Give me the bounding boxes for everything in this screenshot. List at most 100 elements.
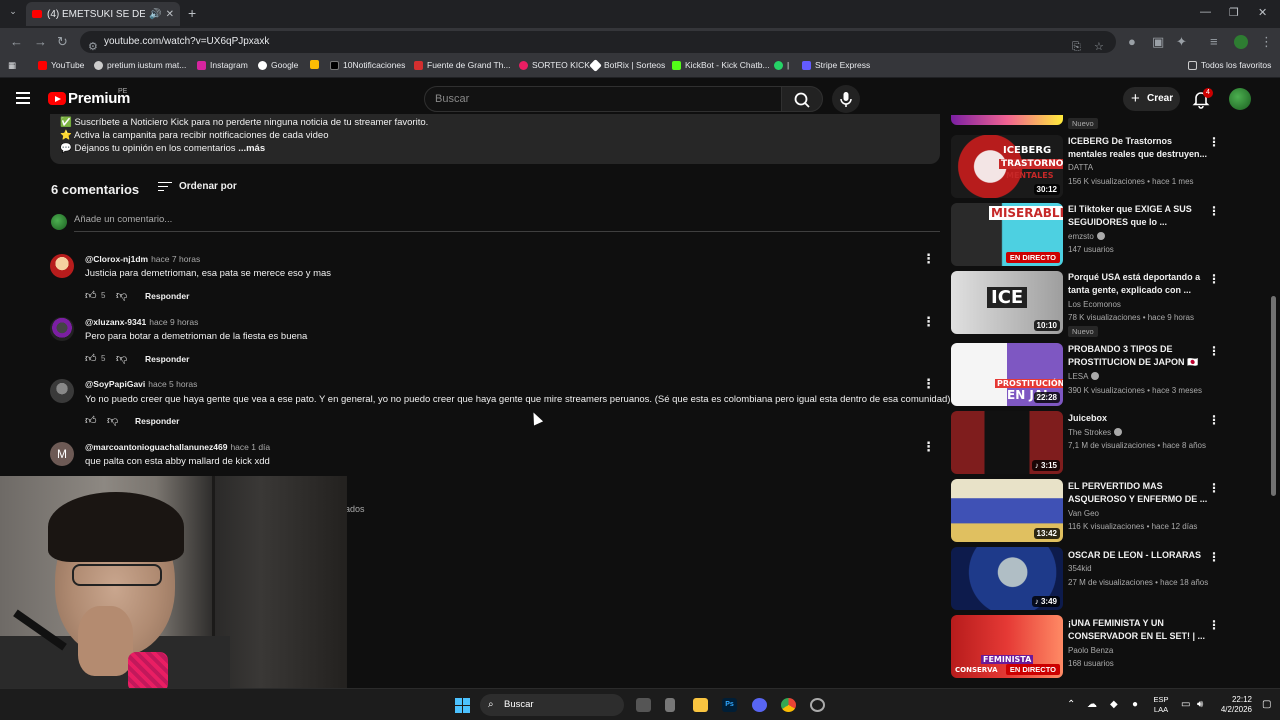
chrome-menu-icon[interactable]: ⋮ bbox=[1260, 34, 1273, 50]
comment-time[interactable]: hace 5 horas bbox=[148, 379, 197, 389]
dislike-icon[interactable]: 👎︎ bbox=[116, 352, 127, 365]
address-bar[interactable]: ⚙ youtube.com/watch?v=UX6qPJpxaxk ⎘ ☆ bbox=[80, 31, 1116, 53]
task-view-icon[interactable] bbox=[636, 698, 651, 712]
network-icon[interactable]: ▭ bbox=[1181, 699, 1190, 710]
extension-icon[interactable]: ▣ bbox=[1152, 34, 1164, 50]
channel-name[interactable]: emzsto bbox=[1068, 232, 1105, 241]
video-title[interactable]: El Tiktoker que EXIGE A SUS SEGUIDORES q… bbox=[1068, 203, 1208, 228]
channel-name[interactable]: The Strokes bbox=[1068, 428, 1123, 437]
bookmark-sorteo-kick[interactable]: SORTEO KICK bbox=[519, 60, 590, 70]
video-title[interactable]: EL PERVERTIDO MAS ASQUEROSO Y ENFERMO DE… bbox=[1068, 480, 1208, 505]
create-button[interactable]: + Crear bbox=[1123, 87, 1180, 111]
video-title[interactable]: PROBANDO 3 TIPOS DE PROSTITUCION DE JAPO… bbox=[1068, 343, 1208, 368]
comment-time[interactable]: hace 1 día bbox=[230, 442, 270, 452]
volume-icon[interactable]: 🔊︎ bbox=[1197, 699, 1203, 710]
dislike-icon[interactable]: 👎︎ bbox=[107, 414, 118, 427]
video-menu-icon[interactable]: ⋮ bbox=[1208, 481, 1220, 495]
video-thumbnail[interactable]: ICE 10:10 bbox=[951, 271, 1063, 334]
reply-button[interactable]: Responder bbox=[145, 354, 189, 364]
video-title[interactable]: Juicebox bbox=[1068, 412, 1208, 425]
bookmark-instagram[interactable]: Instagram bbox=[197, 60, 248, 70]
video-thumbnail[interactable]: ♪ 3:49 bbox=[951, 547, 1063, 610]
video-title[interactable]: ¡UNA FEMINISTA Y UN CONSERVADOR EN EL SE… bbox=[1068, 617, 1208, 642]
comment-author[interactable]: @SoyPapiGavi bbox=[85, 379, 145, 389]
channel-name[interactable]: DATTA bbox=[1068, 163, 1093, 172]
comment-menu-icon[interactable]: ⋮ bbox=[922, 440, 935, 454]
bookmark-youtube[interactable]: YouTube bbox=[38, 60, 84, 70]
comment-time[interactable]: hace 9 horas bbox=[149, 317, 198, 327]
search-button[interactable] bbox=[781, 86, 823, 112]
like-icon[interactable]: 👍︎ bbox=[85, 289, 97, 302]
video-thumbnail[interactable]: ICEBERG TRASTORNOS MENTALES 30:12 bbox=[951, 135, 1063, 198]
video-menu-icon[interactable]: ⋮ bbox=[1208, 135, 1220, 149]
clock[interactable]: 22:12 4/2/2026 bbox=[1216, 695, 1252, 715]
discord-icon[interactable] bbox=[752, 698, 767, 712]
show-more-link[interactable]: ...más bbox=[238, 143, 265, 154]
forward-icon[interactable]: → bbox=[34, 34, 47, 49]
account-avatar[interactable] bbox=[1229, 88, 1251, 110]
voice-search-button[interactable] bbox=[832, 85, 860, 113]
video-title[interactable]: OSCAR DE LEON - LLORARAS bbox=[1068, 549, 1208, 562]
video-thumbnail[interactable] bbox=[951, 115, 1063, 125]
video-thumbnail[interactable]: MISERABLE EN DIRECTO bbox=[951, 203, 1063, 266]
apps-icon[interactable]: ▦ bbox=[8, 60, 16, 71]
video-thumbnail[interactable]: PROSTITUCIÓN EN JAI 22:28 bbox=[951, 343, 1063, 406]
video-thumbnail[interactable]: FEMINISTA CONSERVA EN DIRECTO bbox=[951, 615, 1063, 678]
channel-name[interactable]: 354kid bbox=[1068, 564, 1092, 573]
language-indicator[interactable]: ESP LAA bbox=[1150, 695, 1172, 715]
like-icon[interactable]: 👍︎ bbox=[85, 414, 97, 427]
bookmark-notificaciones[interactable]: 10Notificaciones bbox=[330, 60, 405, 70]
tab-search-icon[interactable]: ⌄ bbox=[6, 6, 20, 20]
dislike-icon[interactable]: 👎︎ bbox=[116, 289, 127, 302]
video-thumbnail[interactable]: 13:42 bbox=[951, 479, 1063, 542]
bookmark-pretium[interactable]: pretium iustum mat... bbox=[94, 60, 186, 70]
add-comment-input[interactable]: Añade un comentario... bbox=[74, 214, 940, 232]
bookmark-fuente[interactable]: Fuente de Grand Th... bbox=[414, 60, 510, 70]
comment-time[interactable]: hace 7 horas bbox=[151, 254, 200, 264]
windows-start-icon[interactable] bbox=[455, 698, 470, 713]
restore-icon[interactable]: ❐ bbox=[1229, 6, 1239, 19]
video-menu-icon[interactable]: ⋮ bbox=[1208, 344, 1220, 358]
channel-name[interactable]: LESA bbox=[1068, 372, 1100, 381]
comment-author[interactable]: @marcoantonioguachallanunez469 bbox=[85, 442, 227, 452]
tray-icon[interactable]: ☁ bbox=[1087, 699, 1097, 710]
site-info-icon[interactable]: ⚙ bbox=[88, 36, 98, 58]
all-bookmarks[interactable]: Todos los favoritos bbox=[1188, 60, 1271, 70]
reply-button[interactable]: Responder bbox=[145, 291, 189, 301]
bookmark-star-icon[interactable]: ☆ bbox=[1094, 36, 1104, 58]
app-icon[interactable] bbox=[810, 698, 825, 712]
commenter-avatar[interactable]: M bbox=[50, 442, 74, 466]
video-title[interactable]: Porqué USA está deportando a tanta gente… bbox=[1068, 271, 1208, 296]
youtube-logo-icon[interactable] bbox=[48, 92, 66, 105]
bookmark-botrix[interactable]: BotRix | Sorteos bbox=[589, 58, 665, 72]
menu-icon[interactable] bbox=[16, 92, 30, 104]
video-menu-icon[interactable]: ⋮ bbox=[1208, 413, 1220, 427]
tray-icon[interactable]: ◆ bbox=[1110, 699, 1118, 710]
back-icon[interactable]: ← bbox=[10, 34, 23, 49]
browser-tab-active[interactable]: (4) EMETSUKI SE DEFIENDE 🔊 ✕ bbox=[26, 2, 180, 26]
close-window-icon[interactable]: ✕ bbox=[1258, 6, 1267, 19]
install-icon[interactable]: ⎘ bbox=[1072, 36, 1081, 58]
bookmark-stripe[interactable]: Stripe Express bbox=[802, 60, 870, 70]
page-scrollbar[interactable] bbox=[1271, 296, 1276, 496]
sort-button[interactable]: Ordenar por bbox=[158, 181, 237, 192]
commenter-avatar[interactable] bbox=[50, 254, 74, 278]
comment-author[interactable]: @Clorox-nj1dm bbox=[85, 254, 148, 264]
video-title[interactable]: ICEBERG De Trastornos mentales reales qu… bbox=[1068, 135, 1208, 160]
commenter-avatar[interactable] bbox=[50, 317, 74, 341]
bookmark-drive[interactable] bbox=[310, 60, 323, 69]
reading-list-icon[interactable]: ≡ bbox=[1210, 34, 1218, 49]
bookmark-whatsapp[interactable]: | bbox=[774, 60, 789, 70]
taskbar-search[interactable]: ⌕ Buscar bbox=[480, 694, 624, 716]
microphone-icon[interactable]: ● bbox=[1132, 699, 1138, 710]
chrome-icon[interactable] bbox=[781, 698, 796, 712]
video-menu-icon[interactable]: ⋮ bbox=[1208, 618, 1220, 632]
reply-button[interactable]: Responder bbox=[135, 416, 179, 426]
app-icon[interactable] bbox=[665, 698, 675, 712]
like-icon[interactable]: 👍︎ bbox=[85, 352, 97, 365]
commenter-avatar[interactable] bbox=[50, 379, 74, 403]
channel-name[interactable]: Los Ecomonos bbox=[1068, 300, 1121, 309]
reload-icon[interactable]: ↻ bbox=[57, 34, 68, 50]
chevron-up-icon[interactable]: ⌃ bbox=[1067, 699, 1075, 710]
channel-name[interactable]: Paolo Benza bbox=[1068, 646, 1113, 655]
